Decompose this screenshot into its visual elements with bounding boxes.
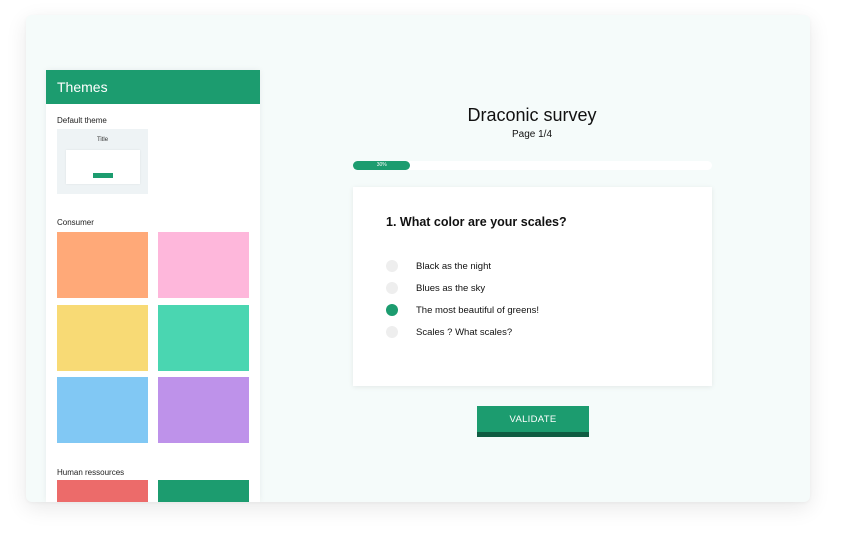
answer-label: The most beautiful of greens! <box>416 304 540 316</box>
app-window: Themes Default theme Title Consumer Huma… <box>26 15 810 502</box>
question-title: 1. What color are your scales? <box>386 215 567 229</box>
radio-button[interactable] <box>386 260 398 272</box>
theme-swatch-pink[interactable] <box>158 232 249 298</box>
answer-label: Blues as the sky <box>416 282 486 294</box>
answer-option[interactable]: Scales ? What scales? <box>386 324 512 340</box>
theme-swatch-yellow[interactable] <box>57 305 148 371</box>
radio-button[interactable] <box>386 326 398 338</box>
theme-swatch-purple[interactable] <box>158 377 249 443</box>
default-theme-preview-button <box>93 173 113 178</box>
theme-swatch-red[interactable] <box>57 480 148 502</box>
page-indicator: Page 1/4 <box>511 129 553 140</box>
answer-label: Scales ? What scales? <box>416 326 513 338</box>
question-card: 1. What color are your scales? Black as … <box>353 187 712 386</box>
validate-button[interactable]: VALIDATE <box>477 406 589 437</box>
sidebar-title: Themes <box>46 70 260 104</box>
radio-button[interactable] <box>386 282 398 294</box>
answer-option[interactable]: Black as the night <box>386 258 491 274</box>
default-theme-card[interactable]: Title <box>57 129 148 194</box>
radio-button[interactable] <box>386 304 398 316</box>
theme-swatch-blue[interactable] <box>57 377 148 443</box>
theme-swatch-teal[interactable] <box>158 305 249 371</box>
progress-fill: 30% <box>353 161 411 170</box>
default-theme-preview-title: Title <box>96 137 109 143</box>
answer-label: Black as the night <box>416 260 491 272</box>
progress-bar: 30% <box>353 161 712 170</box>
themes-sidebar: Themes Default theme Title Consumer Huma… <box>46 70 260 502</box>
consumer-section-label: Consumer <box>57 218 94 227</box>
default-theme-preview-panel <box>66 150 140 184</box>
default-theme-label: Default theme <box>57 116 107 125</box>
theme-swatch-orange[interactable] <box>57 232 148 298</box>
survey-title: Draconic survey <box>467 105 597 125</box>
answer-option[interactable]: The most beautiful of greens! <box>386 302 539 318</box>
hr-section-label: Human ressources <box>57 468 125 477</box>
answer-option[interactable]: Blues as the sky <box>386 280 485 296</box>
theme-swatch-green[interactable] <box>158 480 249 502</box>
